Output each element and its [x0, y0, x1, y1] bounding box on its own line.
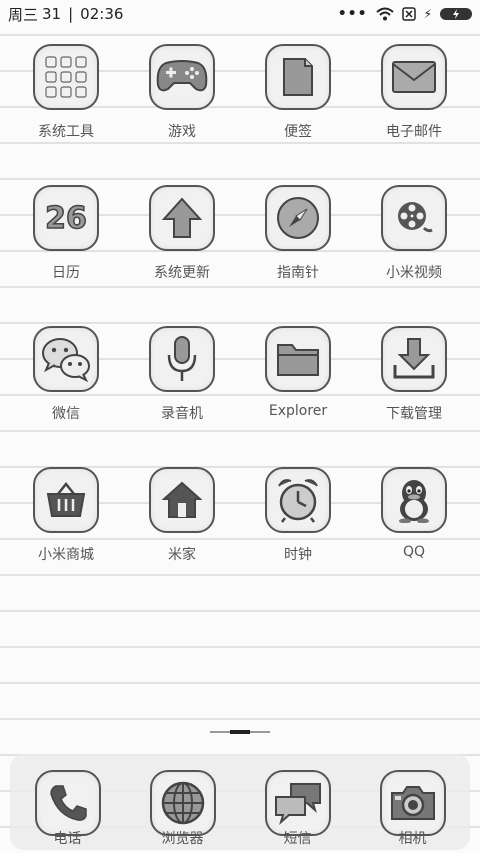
compass-icon[interactable]	[265, 185, 331, 251]
battery-icon	[440, 8, 472, 20]
alarm-clock-icon[interactable]	[265, 467, 331, 533]
gamepad-icon[interactable]	[149, 44, 215, 110]
app-recorder[interactable]: 录音机	[124, 326, 240, 467]
status-day: 周三	[8, 5, 39, 24]
app-email[interactable]: 电子邮件	[356, 44, 472, 185]
app-explorer[interactable]: Explorer	[240, 326, 356, 467]
dock-app-messages[interactable]: 短信	[240, 770, 355, 850]
app-label: 米家	[168, 547, 196, 563]
up-arrow-icon[interactable]	[149, 185, 215, 251]
calendar-date-text: 26	[44, 200, 87, 237]
app-label: 短信	[283, 831, 312, 847]
penguin-icon[interactable]	[381, 467, 447, 533]
status-right: ••• ⚡	[338, 6, 472, 22]
app-mi-home[interactable]: 米家	[124, 467, 240, 608]
dock-app-phone[interactable]: 电话	[10, 770, 125, 850]
app-label: 指南针	[277, 265, 319, 281]
app-clock[interactable]: 时钟	[240, 467, 356, 608]
app-compass[interactable]: 指南针	[240, 185, 356, 326]
home-icon[interactable]	[149, 467, 215, 533]
app-label: 时钟	[284, 547, 312, 563]
status-left: 周三 31 | 02:36	[8, 4, 123, 25]
app-label: 日历	[52, 265, 80, 281]
page-indicator	[210, 730, 270, 734]
app-system-tools[interactable]: 系统工具	[8, 44, 124, 185]
app-wechat[interactable]: 微信	[8, 326, 124, 467]
app-label: 电话	[53, 831, 82, 847]
app-downloads[interactable]: 下载管理	[356, 326, 472, 467]
phone-icon[interactable]	[34, 770, 101, 836]
note-icon[interactable]	[265, 44, 331, 110]
charging-icon: ⚡	[423, 7, 432, 21]
app-mi-store[interactable]: 小米商城	[8, 467, 124, 608]
folder-icon[interactable]	[265, 326, 331, 392]
app-label: 电子邮件	[386, 124, 442, 140]
app-label: 系统更新	[154, 265, 210, 281]
app-label: 游戏	[168, 124, 196, 140]
app-mi-video[interactable]: 小米视频	[356, 185, 472, 326]
dock: 电话 浏览器 短信 相机	[10, 754, 470, 850]
app-games[interactable]: 游戏	[124, 44, 240, 185]
dock-app-camera[interactable]: 相机	[355, 770, 470, 850]
message-bubbles-icon[interactable]	[264, 770, 331, 836]
app-qq[interactable]: QQ	[356, 467, 472, 608]
no-sim-icon	[401, 7, 416, 21]
app-system-update[interactable]: 系统更新	[124, 185, 240, 326]
app-label: 浏览器	[161, 831, 204, 847]
app-calendar[interactable]: 26 日历	[8, 185, 124, 326]
folder-grid-icon[interactable]	[33, 44, 99, 110]
app-grid: 系统工具 游戏 便签 电子邮件 26 日历 系统更新 指南针 小米视频 微信 录…	[8, 44, 472, 608]
app-label: 微信	[52, 406, 80, 422]
app-label: QQ	[402, 544, 426, 560]
app-label: Explorer	[268, 403, 328, 419]
status-date: 31	[42, 5, 62, 23]
globe-icon[interactable]	[149, 770, 216, 836]
app-label: 相机	[398, 831, 427, 847]
app-label: 便签	[284, 124, 312, 140]
envelope-icon[interactable]	[381, 44, 447, 110]
status-bar: 周三 31 | 02:36 ••• ⚡	[0, 0, 480, 28]
calendar-icon[interactable]: 26	[33, 185, 99, 251]
film-reel-icon[interactable]	[381, 185, 447, 251]
download-icon[interactable]	[381, 326, 447, 392]
chat-bubbles-icon[interactable]	[33, 326, 99, 392]
microphone-icon[interactable]	[149, 326, 215, 392]
page-indicator-active	[230, 730, 250, 734]
app-label: 小米视频	[386, 265, 442, 281]
wifi-icon	[375, 7, 394, 21]
app-label: 录音机	[161, 406, 203, 422]
dock-app-browser[interactable]: 浏览器	[125, 770, 240, 850]
app-label: 小米商城	[38, 547, 94, 563]
camera-icon[interactable]	[379, 770, 446, 836]
status-time: 02:36	[80, 5, 124, 23]
app-label: 下载管理	[386, 406, 442, 422]
app-notes[interactable]: 便签	[240, 44, 356, 185]
app-label: 系统工具	[38, 124, 94, 140]
signal-dots-icon: •••	[337, 6, 368, 22]
basket-icon[interactable]	[33, 467, 99, 533]
status-separator: |	[68, 5, 74, 23]
